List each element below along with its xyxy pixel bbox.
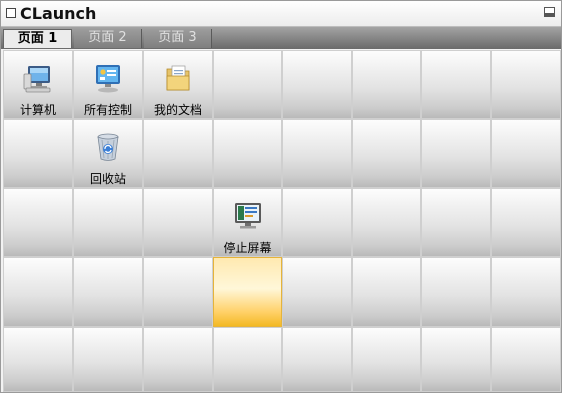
launcher-slot-empty[interactable] [421,50,491,119]
launcher-item-label: 计算机 [19,103,56,117]
launcher-slot-empty[interactable] [282,327,352,392]
launcher-slot-empty[interactable] [282,188,352,257]
launcher-slot-empty[interactable] [143,188,213,257]
launcher-slot-empty[interactable] [491,327,561,392]
launcher-slot-empty[interactable] [3,188,73,257]
launcher-item-recycle-bin[interactable]: 回收站 [73,119,143,188]
launcher-item-label: 回收站 [89,172,126,186]
launcher-item-computer[interactable]: 计算机 [3,50,73,119]
launcher-slot-empty[interactable] [282,119,352,188]
launcher-slot-empty[interactable] [213,119,282,188]
launcher-slot-highlighted[interactable] [213,257,282,327]
window-title: CLaunch [20,4,97,23]
tab-page-1[interactable]: 页面 1 [3,29,72,48]
launcher-slot-empty[interactable] [282,257,352,327]
monitor-icon [234,203,261,229]
launcher-slot-empty[interactable] [352,257,421,327]
launcher-item-label: 停止屏幕 [223,241,272,255]
claunch-window: CLaunch 页面 1 页面 2 页面 3 计算机 所有控制 我的文档 回收站… [0,0,562,393]
launcher-slot-empty[interactable] [3,257,73,327]
launcher-slot-empty[interactable] [421,257,491,327]
recycle-bin-icon [97,133,119,161]
launcher-slot-empty[interactable] [491,119,561,188]
launcher-slot-empty[interactable] [143,119,213,188]
launcher-slot-empty[interactable] [421,327,491,392]
launcher-slot-empty[interactable] [421,188,491,257]
control-panel-icon [96,65,120,93]
launcher-slot-empty[interactable] [3,119,73,188]
title-bar[interactable]: CLaunch [1,1,561,27]
launcher-grid: 计算机 所有控制 我的文档 回收站 停止屏幕 [3,50,561,392]
launcher-item-screen-off[interactable]: 停止屏幕 [213,188,282,257]
launcher-slot-empty[interactable] [352,327,421,392]
launcher-slot-empty[interactable] [421,119,491,188]
launcher-item-label: 我的文档 [153,103,202,117]
computer-icon [23,66,51,93]
launcher-slot-empty[interactable] [3,327,73,392]
launcher-slot-empty[interactable] [143,327,213,392]
maximize-button[interactable] [544,7,555,17]
tab-page-3[interactable]: 页面 3 [144,29,212,48]
launcher-slot-empty[interactable] [213,327,282,392]
tab-page-2[interactable]: 页面 2 [74,29,142,48]
launcher-slot-empty[interactable] [491,188,561,257]
page-tab-bar: 页面 1 页面 2 页面 3 [1,27,561,49]
launcher-slot-empty[interactable] [491,50,561,119]
launcher-slot-empty[interactable] [73,188,143,257]
launcher-item-control-panel[interactable]: 所有控制 [73,50,143,119]
launcher-item-label: 所有控制 [83,103,132,117]
launcher-slot-empty[interactable] [213,50,282,119]
launcher-slot-empty[interactable] [73,257,143,327]
launcher-slot-empty[interactable] [352,50,421,119]
launcher-slot-empty[interactable] [491,257,561,327]
documents-folder-icon [166,65,190,91]
launcher-slot-empty[interactable] [352,119,421,188]
launcher-slot-empty[interactable] [73,327,143,392]
launcher-slot-empty[interactable] [282,50,352,119]
window-menu-icon[interactable] [6,8,16,18]
launcher-slot-empty[interactable] [352,188,421,257]
launcher-item-documents[interactable]: 我的文档 [143,50,213,119]
launcher-slot-empty[interactable] [143,257,213,327]
